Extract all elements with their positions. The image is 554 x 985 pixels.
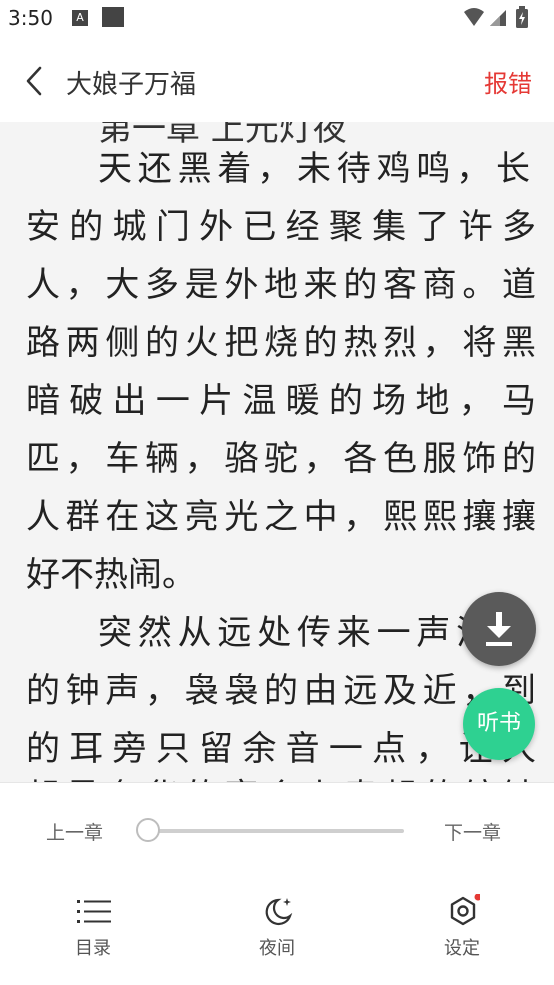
chapter-progress-slider[interactable] — [150, 829, 404, 833]
download-icon — [486, 612, 512, 646]
text-line: 起最奢华的宴会上奏起的编钟 — [26, 768, 536, 782]
text-line: 好不热闹。 — [26, 555, 196, 595]
nav-night-mode[interactable]: 夜间 — [217, 884, 337, 974]
download-button[interactable] — [462, 592, 536, 666]
back-arrow-icon[interactable] — [20, 63, 48, 99]
text-line: 人群在这亮光之中，熙熙攘攘 — [26, 497, 536, 537]
wifi-icon — [464, 8, 484, 26]
report-error-button[interactable]: 报错 — [484, 64, 532, 99]
list-icon — [77, 900, 111, 923]
text-line: 匹，车辆，骆驼，各色服饰的 — [26, 439, 536, 479]
reading-area[interactable]: 第一章 上元灯夜 天还黑着，未待鸡鸣，长 安的城门外已经聚集了许多 人，大多是外… — [0, 122, 554, 782]
notification-square-icon — [102, 7, 124, 27]
text-line: 天还黑着，未待鸡鸣，长 — [98, 149, 530, 189]
nav-night-label: 夜间 — [259, 938, 295, 959]
status-time: 3:50 — [8, 6, 53, 30]
nav-catalog[interactable]: 目录 — [33, 884, 153, 974]
book-title: 大娘子万福 — [66, 70, 197, 100]
nav-settings[interactable]: 设定 — [402, 884, 522, 974]
text-line: 安的城门外已经聚集了许多 — [26, 207, 536, 247]
moon-icon — [265, 898, 293, 926]
notification-a-icon: A — [72, 10, 88, 26]
status-icons — [464, 6, 528, 28]
next-chapter-button[interactable]: 下一章 — [444, 818, 501, 845]
gear-icon — [450, 894, 480, 926]
nav-settings-label: 设定 — [444, 938, 480, 959]
notification-dot — [474, 894, 480, 901]
text-line: 人，大多是外地来的客商。道 — [26, 265, 536, 305]
previous-chapter-button[interactable]: 上一章 — [46, 818, 103, 845]
text-line: 路两侧的火把烧的热烈，将黑 — [26, 323, 536, 363]
text-line: 的钟声，袅袅的由远及近，到 — [26, 671, 536, 711]
nav-catalog-label: 目录 — [75, 938, 111, 959]
listen-audiobook-button[interactable]: 听书 — [463, 688, 535, 760]
text-line: 暗破出一片温暖的场地，马 — [26, 381, 536, 421]
slider-thumb[interactable] — [136, 818, 160, 842]
